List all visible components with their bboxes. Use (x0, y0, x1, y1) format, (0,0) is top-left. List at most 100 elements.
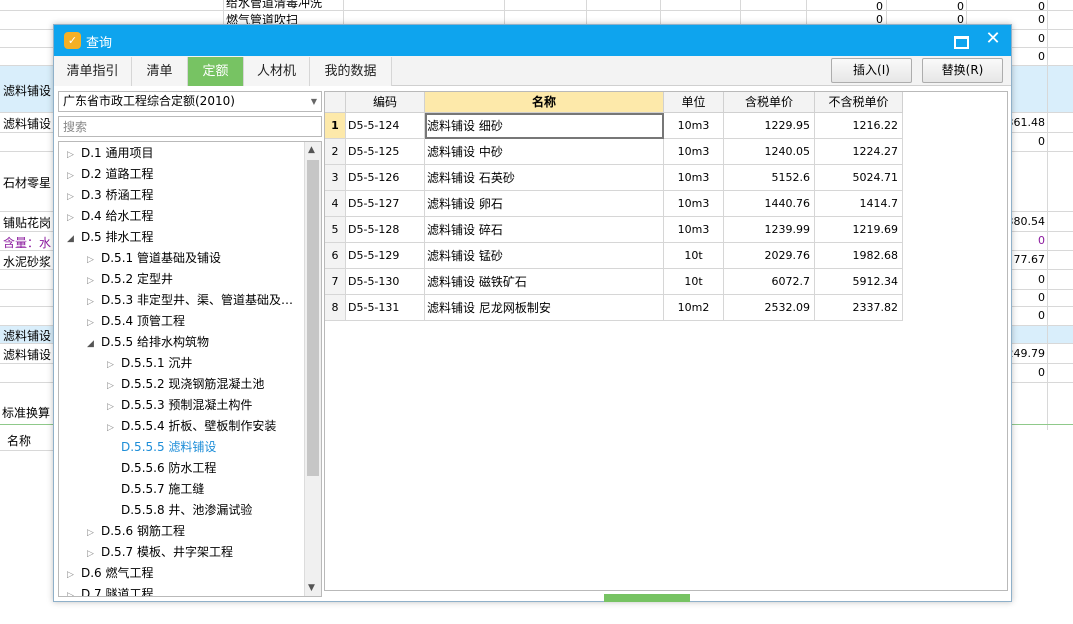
cell-no[interactable]: 6 (325, 243, 346, 269)
cell-unit[interactable]: 10m3 (664, 191, 724, 217)
collapsed-triangle-icon[interactable]: ▷ (107, 355, 121, 376)
cell-code[interactable]: D5-5-130 (346, 269, 425, 295)
cell-code[interactable]: D5-5-126 (346, 165, 425, 191)
cell-name[interactable]: 滤料铺设 细砂 (425, 113, 664, 139)
cell-tax-price[interactable]: 1440.76 (724, 191, 815, 217)
cell-no[interactable]: 8 (325, 295, 346, 321)
tree-node[interactable]: ▷ D.5.4 顶管工程 (87, 311, 185, 332)
tab-my-data[interactable]: 我的数据 (310, 57, 392, 86)
tree-node[interactable]: D.5.5.7 施工缝 (107, 479, 204, 500)
quota-library-select[interactable]: 广东省市政工程综合定额(2010) ▼ (58, 91, 322, 112)
maximize-icon[interactable] (952, 32, 969, 49)
grid-header-notax-price[interactable]: 不含税单价 (815, 92, 903, 113)
collapsed-triangle-icon[interactable]: ▷ (87, 250, 101, 271)
cell-name[interactable]: 滤料铺设 石英砂 (425, 165, 664, 191)
insert-button[interactable]: 插入(I) (831, 58, 912, 83)
tab-quota[interactable]: 定额 (188, 57, 244, 86)
expanded-triangle-icon[interactable]: ◢ (67, 229, 81, 250)
cell-name[interactable]: 滤料铺设 中砂 (425, 139, 664, 165)
search-input[interactable] (58, 116, 322, 137)
cell-unit[interactable]: 10m2 (664, 295, 724, 321)
tree-node[interactable]: ◢ D.5.5 给排水构筑物 (87, 332, 209, 353)
cell-tax-price[interactable]: 2029.76 (724, 243, 815, 269)
tree-node[interactable]: ▷ D.4 给水工程 (67, 206, 154, 227)
tree-node[interactable]: ▷ D.5.1 管道基础及铺设 (87, 248, 221, 269)
cell-code[interactable]: D5-5-129 (346, 243, 425, 269)
cell-tax-price[interactable]: 1240.05 (724, 139, 815, 165)
tree-node[interactable]: ▷ D.2 道路工程 (67, 164, 154, 185)
cell-unit[interactable]: 10m3 (664, 217, 724, 243)
collapsed-triangle-icon[interactable]: ▷ (107, 418, 121, 439)
cell-notax-price[interactable]: 1982.68 (815, 243, 903, 269)
cell-no[interactable]: 2 (325, 139, 346, 165)
cell-code[interactable]: D5-5-125 (346, 139, 425, 165)
collapsed-triangle-icon[interactable]: ▷ (87, 523, 101, 544)
replace-button[interactable]: 替换(R) (922, 58, 1003, 83)
tree-node[interactable]: ◢ D.5 排水工程 (67, 227, 154, 248)
collapsed-triangle-icon[interactable]: ▷ (67, 565, 81, 586)
cell-notax-price[interactable]: 5024.71 (815, 165, 903, 191)
cell-no[interactable]: 3 (325, 165, 346, 191)
cell-notax-price[interactable]: 1224.27 (815, 139, 903, 165)
tree-node[interactable]: ▷ D.5.3 非定型井、渠、管道基础及… (87, 290, 293, 311)
collapsed-triangle-icon[interactable]: ▷ (87, 292, 101, 313)
tree-node[interactable]: D.5.5.5 滤料铺设 (107, 437, 216, 458)
cell-notax-price[interactable]: 1216.22 (815, 113, 903, 139)
cell-tax-price[interactable]: 1229.95 (724, 113, 815, 139)
collapsed-triangle-icon[interactable]: ▷ (67, 208, 81, 229)
cell-no[interactable]: 4 (325, 191, 346, 217)
tree-scrollbar[interactable]: ▲ ▼ (304, 142, 321, 596)
tree-node[interactable]: ▷ D.5.6 钢筋工程 (87, 521, 185, 542)
cell-no[interactable]: 1 (325, 113, 346, 139)
cell-notax-price[interactable]: 2337.82 (815, 295, 903, 321)
tree-node[interactable]: ▷ D.6 燃气工程 (67, 563, 154, 584)
cell-unit[interactable]: 10m3 (664, 113, 724, 139)
grid-header-name[interactable]: 名称 (425, 92, 664, 113)
tab-list-guide[interactable]: 清单指引 (54, 57, 132, 86)
cell-notax-price[interactable]: 1219.69 (815, 217, 903, 243)
collapsed-triangle-icon[interactable]: ▷ (67, 586, 81, 596)
collapsed-triangle-icon[interactable]: ▷ (87, 544, 101, 565)
cell-tax-price[interactable]: 6072.7 (724, 269, 815, 295)
cell-no[interactable]: 5 (325, 217, 346, 243)
cell-tax-price[interactable]: 2532.09 (724, 295, 815, 321)
cell-code[interactable]: D5-5-128 (346, 217, 425, 243)
grid-header-unit[interactable]: 单位 (664, 92, 724, 113)
collapsed-triangle-icon[interactable]: ▷ (107, 397, 121, 418)
dialog-title-bar[interactable]: ✓ 查询 ✕ (54, 25, 1011, 56)
tree-node[interactable]: ▷ D.7 隧道工程 (67, 584, 154, 596)
scroll-up-icon[interactable]: ▲ (308, 145, 315, 155)
cell-unit[interactable]: 10t (664, 269, 724, 295)
tree-node[interactable]: ▷ D.5.5.4 折板、壁板制作安装 (107, 416, 276, 437)
cell-tax-price[interactable]: 5152.6 (724, 165, 815, 191)
scroll-down-icon[interactable]: ▼ (308, 583, 315, 593)
cell-no[interactable]: 7 (325, 269, 346, 295)
cell-name[interactable]: 滤料铺设 碎石 (425, 217, 664, 243)
collapsed-triangle-icon[interactable]: ▷ (87, 313, 101, 334)
cell-unit[interactable]: 10m3 (664, 165, 724, 191)
expanded-triangle-icon[interactable]: ◢ (87, 334, 101, 355)
cell-code[interactable]: D5-5-131 (346, 295, 425, 321)
cell-name[interactable]: 滤料铺设 磁铁矿石 (425, 269, 664, 295)
cell-code[interactable]: D5-5-127 (346, 191, 425, 217)
collapsed-triangle-icon[interactable]: ▷ (67, 166, 81, 187)
cell-tax-price[interactable]: 1239.99 (724, 217, 815, 243)
cell-name[interactable]: 滤料铺设 卵石 (425, 191, 664, 217)
tree-node[interactable]: ▷ D.1 通用项目 (67, 143, 154, 164)
cell-unit[interactable]: 10t (664, 243, 724, 269)
collapsed-triangle-icon[interactable]: ▷ (87, 271, 101, 292)
grid-header-code[interactable]: 编码 (346, 92, 425, 113)
tree-node[interactable]: D.5.5.8 井、池渗漏试验 (107, 500, 252, 521)
tab-labor-material-machine[interactable]: 人材机 (244, 57, 310, 86)
scroll-thumb[interactable] (307, 160, 319, 476)
tree-node[interactable]: D.5.5.6 防水工程 (107, 458, 216, 479)
tree-node[interactable]: ▷ D.5.2 定型井 (87, 269, 173, 290)
cell-name[interactable]: 滤料铺设 尼龙网板制安 (425, 295, 664, 321)
cell-name[interactable]: 滤料铺设 锰砂 (425, 243, 664, 269)
bg-bottom-label[interactable]: 标准换算 (2, 404, 50, 421)
collapsed-triangle-icon[interactable]: ▷ (107, 376, 121, 397)
collapsed-triangle-icon[interactable]: ▷ (67, 187, 81, 208)
grid-header-tax-price[interactable]: 含税单价 (724, 92, 815, 113)
tab-list[interactable]: 清单 (132, 57, 188, 86)
tree-node[interactable]: ▷ D.5.7 模板、井字架工程 (87, 542, 233, 563)
